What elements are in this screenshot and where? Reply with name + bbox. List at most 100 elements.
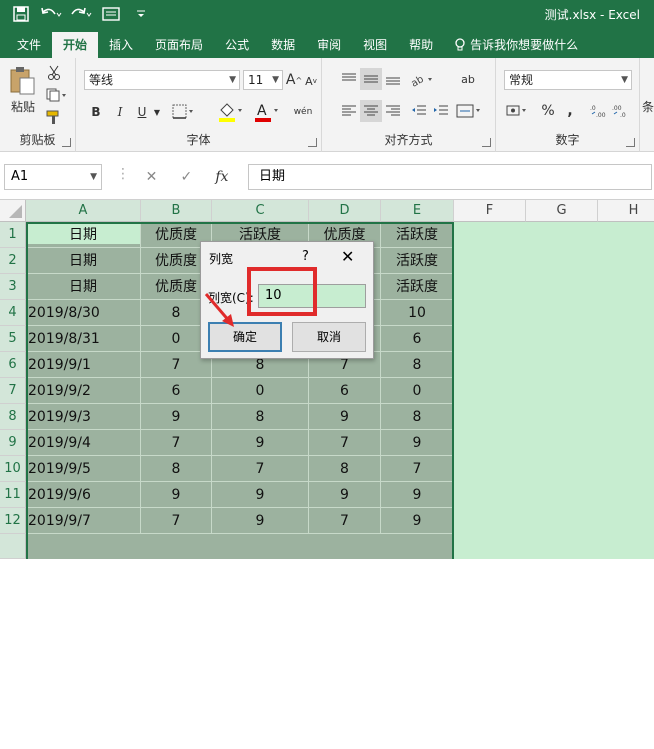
row-header[interactable]: 10 [0, 456, 26, 482]
table-cell[interactable]: 6 [141, 378, 212, 404]
table-cell[interactable]: 活跃度 [381, 274, 454, 300]
table-cell[interactable]: 活跃度 [381, 222, 454, 248]
table-cell[interactable]: 9 [141, 482, 212, 508]
table-cell[interactable]: 8 [381, 404, 454, 430]
table-cell[interactable]: 活跃度 [381, 248, 454, 274]
undo-icon[interactable] [40, 3, 62, 25]
tab-insert[interactable]: 插入 [98, 32, 144, 58]
paste-icon[interactable] [6, 64, 38, 98]
tell-me-box[interactable]: 告诉我你想要做什么 [444, 32, 578, 58]
table-cell[interactable]: 2019/9/6 [26, 482, 141, 508]
styles-group-partial[interactable]: 条 [642, 96, 654, 116]
table-cell[interactable]: 9 [141, 404, 212, 430]
table-cell[interactable]: 6 [309, 378, 381, 404]
row-header[interactable]: 11 [0, 482, 26, 508]
shrink-font-icon[interactable]: Av [304, 72, 318, 90]
close-button[interactable]: ✕ [341, 247, 354, 266]
table-cell[interactable]: 2019/9/4 [26, 430, 141, 456]
row-header[interactable]: 2 [0, 248, 26, 274]
table-cell[interactable]: 2019/9/3 [26, 404, 141, 430]
table-cell[interactable]: 7 [141, 508, 212, 534]
table-cell[interactable]: 9 [309, 482, 381, 508]
cancel-icon[interactable]: ✕ [146, 169, 158, 185]
table-cell[interactable]: 2019/8/30 [26, 300, 141, 326]
row-header[interactable]: 8 [0, 404, 26, 430]
align-right-icon[interactable] [382, 100, 404, 122]
align-bottom-icon[interactable] [382, 68, 404, 90]
select-all-corner[interactable] [0, 200, 26, 222]
bold-button[interactable]: B [86, 102, 106, 122]
row-header[interactable]: 4 [0, 300, 26, 326]
phonetic-icon[interactable]: wén [288, 100, 318, 124]
table-cell[interactable]: 9 [381, 482, 454, 508]
merge-center-icon[interactable] [454, 100, 484, 122]
column-header-c[interactable]: C [212, 200, 309, 222]
table-cell[interactable]: 9 [212, 508, 309, 534]
tab-review[interactable]: 审阅 [306, 32, 352, 58]
column-header-h[interactable]: H [598, 200, 654, 222]
comma-button[interactable]: , [560, 100, 580, 122]
enter-icon[interactable]: ✓ [180, 169, 192, 185]
increase-indent-icon[interactable] [430, 100, 452, 122]
grow-font-icon[interactable]: A ^ [286, 70, 302, 90]
column-header-a[interactable]: A [26, 200, 141, 222]
table-cell[interactable]: 7 [309, 508, 381, 534]
paste-button-label[interactable]: 粘贴 [8, 98, 38, 114]
table-cell[interactable]: 0 [212, 378, 309, 404]
table-cell[interactable]: 9 [309, 404, 381, 430]
table-cell[interactable]: 8 [141, 456, 212, 482]
accounting-format-icon[interactable] [504, 100, 532, 122]
orientation-icon[interactable]: ab [408, 68, 436, 90]
table-cell[interactable]: 8 [212, 404, 309, 430]
table-cell[interactable]: 8 [309, 456, 381, 482]
decrease-indent-icon[interactable] [408, 100, 430, 122]
insert-function-icon[interactable]: fx [215, 169, 228, 185]
tab-help[interactable]: 帮助 [398, 32, 444, 58]
underline-button[interactable]: U [132, 102, 152, 122]
table-cell[interactable]: 9 [212, 482, 309, 508]
row-header[interactable]: 7 [0, 378, 26, 404]
row-header[interactable]: 6 [0, 352, 26, 378]
clipboard-launcher-icon[interactable] [62, 138, 71, 147]
row-header[interactable]: 5 [0, 326, 26, 352]
font-launcher-icon[interactable] [308, 138, 317, 147]
save-icon[interactable] [10, 3, 32, 25]
table-cell[interactable]: 2019/9/5 [26, 456, 141, 482]
table-cell[interactable]: 2019/9/1 [26, 352, 141, 378]
align-center-icon[interactable] [360, 100, 382, 122]
form-icon[interactable] [100, 3, 122, 25]
fill-color-icon[interactable] [216, 100, 246, 124]
column-header-e[interactable]: E [381, 200, 454, 222]
table-cell[interactable]: 9 [212, 430, 309, 456]
table-cell[interactable]: 7 [141, 430, 212, 456]
font-size-select[interactable]: 11 ▼ [243, 70, 283, 90]
tab-page-layout[interactable]: 页面布局 [144, 32, 214, 58]
tab-file[interactable]: 文件 [6, 32, 52, 58]
table-cell[interactable]: 10 [381, 300, 454, 326]
table-cell[interactable]: 7 [309, 430, 381, 456]
row-header[interactable]: 3 [0, 274, 26, 300]
formula-input[interactable]: 日期 [248, 164, 652, 190]
table-cell[interactable]: 0 [381, 378, 454, 404]
cut-icon[interactable] [44, 64, 64, 82]
table-cell[interactable]: 8 [381, 352, 454, 378]
row-header[interactable]: 1 [0, 222, 26, 248]
table-cell[interactable]: 9 [381, 508, 454, 534]
table-cell[interactable]: 日期 [26, 274, 141, 300]
table-cell[interactable]: 2019/9/2 [26, 378, 141, 404]
tab-formulas[interactable]: 公式 [214, 32, 260, 58]
cancel-button[interactable]: 取消 [292, 322, 366, 352]
table-cell[interactable]: 7 [212, 456, 309, 482]
table-cell[interactable]: 日期 [26, 222, 141, 248]
column-header-g[interactable]: G [526, 200, 598, 222]
table-cell[interactable]: 2019/9/7 [26, 508, 141, 534]
column-header-d[interactable]: D [309, 200, 381, 222]
italic-button[interactable]: I [110, 102, 130, 122]
tab-data[interactable]: 数据 [260, 32, 306, 58]
percent-button[interactable]: % [538, 100, 558, 122]
name-box[interactable]: A1 ▼ [4, 164, 102, 190]
table-cell[interactable]: 6 [381, 326, 454, 352]
borders-icon[interactable] [170, 102, 198, 122]
align-top-icon[interactable] [338, 68, 360, 90]
chevron-down-icon[interactable]: ▼ [152, 104, 162, 120]
